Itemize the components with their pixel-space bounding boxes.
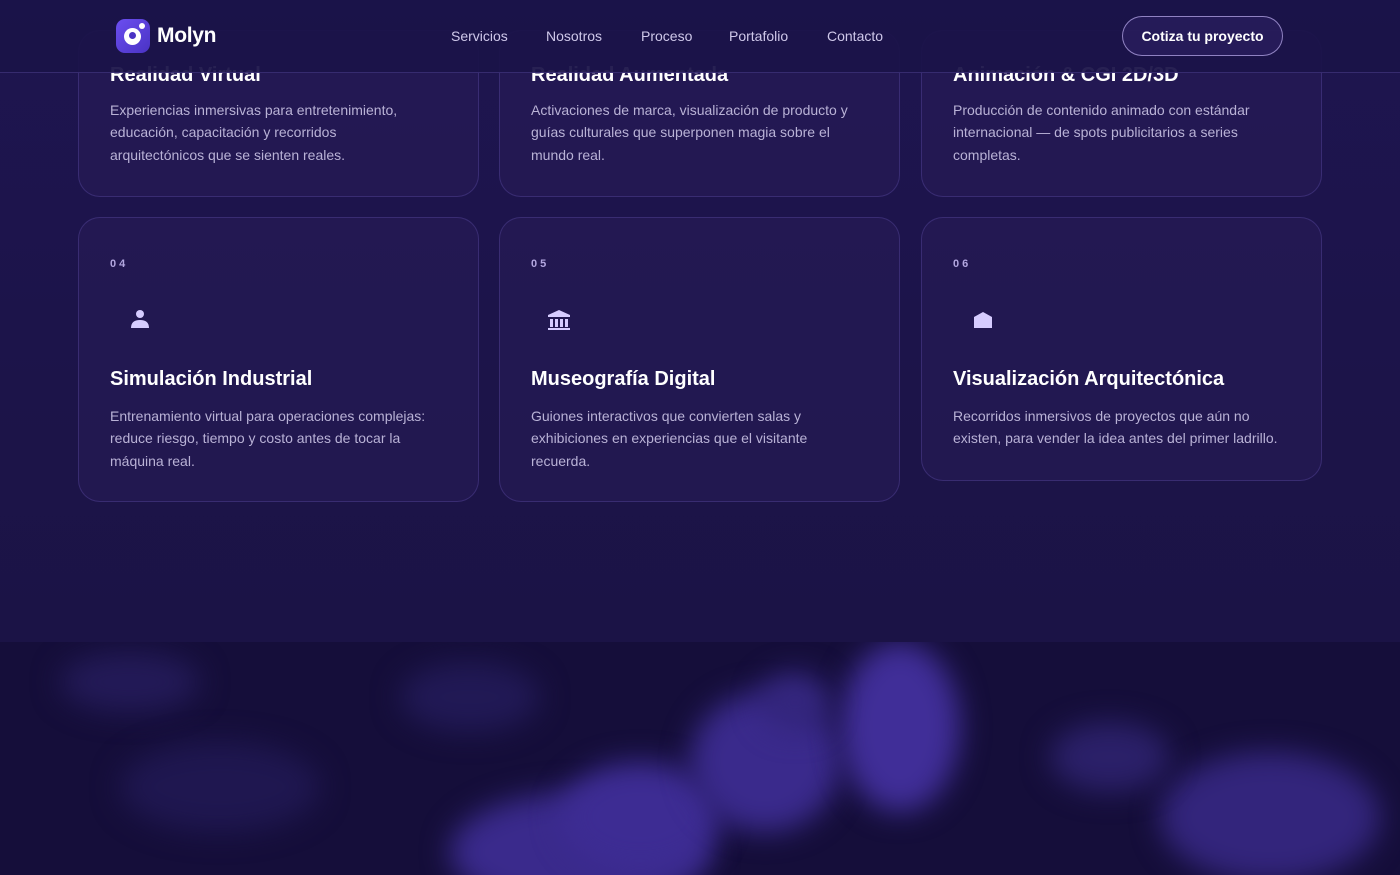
site-header: Molyn Servicios Nosotros Proceso Portafo… [0, 0, 1400, 73]
logo-icon [116, 19, 150, 53]
services-section: Realidad Virtual Experiencias inmersivas… [0, 0, 1400, 642]
service-card-museum[interactable]: 05 Museografía Digital Guiones interacti… [499, 217, 900, 502]
service-number: 04 [110, 258, 129, 270]
decorative-blob [60, 652, 200, 712]
hero-background [0, 642, 1400, 875]
nav-link-contacto[interactable]: Contacto [827, 28, 883, 44]
service-description: Entrenamiento virtual para operaciones c… [110, 408, 426, 469]
quote-project-button[interactable]: Cotiza tu proyecto [1122, 16, 1283, 56]
service-number: 06 [953, 258, 972, 270]
decorative-blob [760, 672, 830, 732]
service-card-architecture[interactable]: 06 Visualización Arquitectónica Recorrid… [921, 217, 1322, 481]
service-description: Activaciones de marca, visualización de … [531, 102, 848, 163]
decorative-blob [1050, 722, 1170, 792]
nav-link-nosotros[interactable]: Nosotros [546, 28, 602, 44]
service-description: Guiones interactivos que convierten sala… [531, 408, 808, 469]
service-card-industrial[interactable]: 04 Simulación Industrial Entrenamiento v… [78, 217, 479, 502]
nav-link-servicios[interactable]: Servicios [451, 28, 508, 44]
page: Realidad Virtual Experiencias inmersivas… [0, 0, 1400, 875]
worker-icon [128, 307, 152, 331]
service-title: Simulación Industrial [110, 368, 313, 390]
service-description: Recorridos inmersivos de proyectos que a… [953, 408, 1278, 447]
decorative-blob [840, 642, 960, 812]
nav-link-portafolio[interactable]: Portafolio [729, 28, 788, 44]
decorative-blob [1160, 752, 1380, 875]
nav-link-proceso[interactable]: Proceso [641, 28, 692, 44]
house-icon [971, 308, 995, 332]
decorative-blob [400, 662, 540, 732]
service-number: 05 [531, 258, 550, 270]
brand-name: Molyn [157, 24, 217, 47]
service-description: Experiencias inmersivas para entretenimi… [110, 102, 398, 163]
brand-logo[interactable]: Molyn [116, 19, 216, 53]
decorative-blob [120, 742, 320, 832]
museum-icon [547, 308, 571, 332]
service-title: Visualización Arquitectónica [953, 368, 1225, 390]
service-title: Museografía Digital [531, 368, 716, 390]
service-description: Producción de contenido animado con está… [953, 102, 1250, 163]
